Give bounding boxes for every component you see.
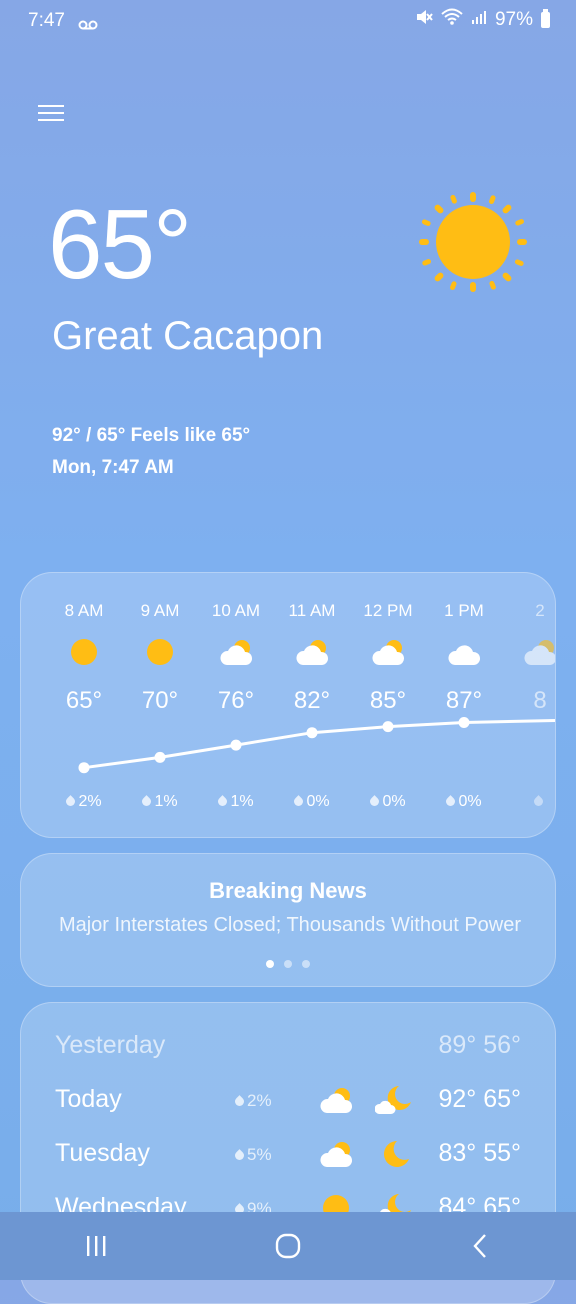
- news-description[interactable]: Major Interstates Closed; Thousands With…: [53, 914, 527, 937]
- hour-temp: 76°: [217, 687, 255, 714]
- day-name: Tuesday: [55, 1139, 150, 1167]
- precip-value: 0%: [382, 793, 406, 810]
- status-time: 7:47: [28, 10, 65, 31]
- trend-point: [306, 727, 318, 739]
- news-headline: Breaking News: [209, 878, 367, 903]
- moon-icon: [375, 1139, 413, 1169]
- hour-temp: 65°: [65, 687, 103, 714]
- day-temps: 83° 55°: [438, 1139, 521, 1167]
- day-name: Yesterday: [55, 1031, 166, 1059]
- status-right: 97%: [415, 8, 550, 32]
- day-precip: 2%: [233, 1091, 272, 1111]
- partly-cloudy-night-icon: [374, 1085, 413, 1115]
- hour-precip: 0%: [350, 793, 426, 811]
- partly-cloudy-icon: [293, 637, 331, 667]
- pager-dot[interactable]: [266, 960, 274, 968]
- partly-cloudy-icon: [369, 637, 407, 667]
- trend-point: [382, 721, 394, 733]
- raindrop-icon: [64, 795, 78, 808]
- back-button[interactable]: [450, 1226, 510, 1266]
- menu-icon[interactable]: [38, 100, 64, 124]
- hour-time: 1 PM: [444, 601, 484, 620]
- partly-cloudy-icon: [317, 1139, 355, 1169]
- battery-text: 97%: [494, 9, 533, 30]
- hour-temp: 82°: [293, 687, 331, 714]
- hour-time: 8 AM: [64, 601, 104, 620]
- system-navigation-bar: [0, 1212, 576, 1280]
- home-button[interactable]: [258, 1226, 318, 1266]
- hour-time: 10 AM: [211, 601, 261, 620]
- voicemail-icon: [78, 14, 98, 36]
- precip-value: 1%: [154, 793, 178, 810]
- status-bar: 7:47 97%: [0, 0, 576, 40]
- precip-value: 5%: [247, 1145, 272, 1164]
- battery-icon: [541, 9, 550, 28]
- hour-precip: 1%: [122, 793, 198, 811]
- current-temperature: 65°: [48, 189, 192, 299]
- hour-precip: 0%: [426, 793, 502, 811]
- raindrop-icon: [216, 795, 230, 808]
- recent-apps-button[interactable]: [66, 1226, 126, 1266]
- raindrop-icon: [140, 795, 154, 808]
- hour-time: 9 AM: [140, 601, 180, 620]
- breaking-news-card[interactable]: Breaking News Major Interstates Closed; …: [20, 853, 556, 987]
- mute-icon: [415, 8, 433, 32]
- pager-dot[interactable]: [284, 960, 292, 968]
- home-icon: [275, 1233, 301, 1259]
- hilo-feels-like: 92° / 65° Feels like 65°: [52, 425, 251, 446]
- pager-dot[interactable]: [302, 960, 310, 968]
- back-icon: [473, 1234, 486, 1258]
- location-name: Great Cacapon: [52, 314, 324, 358]
- trend-point: [78, 762, 90, 774]
- hour-time: 12 PM: [363, 601, 413, 620]
- hour-precip: 2%: [46, 793, 122, 811]
- raindrop-icon: [233, 1095, 246, 1108]
- trend-point: [230, 739, 242, 751]
- raindrop-icon: [532, 795, 545, 808]
- hourly-forecast-card[interactable]: 8 AM 65° 2% 9 AM 70° 1% 10 AM 76° 1% 11 AM 82° 0% 12…: [20, 572, 556, 838]
- signal-icon: [471, 9, 487, 31]
- precip-value: 1%: [230, 793, 254, 810]
- sun-icon: [65, 637, 103, 667]
- day-temps: 92° 65°: [438, 1085, 521, 1113]
- day-precip: 5%: [233, 1145, 272, 1165]
- daily-row[interactable]: Tuesday 5% 83° 55°: [55, 1139, 521, 1179]
- precip-value: 2%: [247, 1091, 272, 1110]
- hour-time: 11 AM: [288, 601, 336, 620]
- recent-apps-icon: [87, 1236, 106, 1256]
- hour-temp: 85°: [369, 687, 407, 714]
- partly-cloudy-icon: [521, 637, 555, 667]
- trend-point: [458, 717, 470, 728]
- trend-point: [154, 751, 166, 763]
- hour-precip: [502, 793, 555, 811]
- sun-icon: [418, 190, 528, 300]
- hour-temp: 70°: [141, 687, 179, 714]
- current-datetime: Mon, 7:47 AM: [52, 457, 174, 478]
- daily-row[interactable]: Today 2% 92° 65°: [55, 1085, 521, 1125]
- cloudy-icon: [445, 637, 483, 667]
- partly-cloudy-icon: [317, 1085, 355, 1115]
- raindrop-icon: [292, 795, 306, 808]
- hour-temp: 8: [533, 687, 547, 714]
- raindrop-icon: [444, 795, 458, 808]
- precip-value: 0%: [458, 793, 482, 810]
- hour-temp: 87°: [445, 687, 483, 714]
- partly-cloudy-icon: [217, 637, 255, 667]
- wifi-icon: [441, 8, 463, 32]
- raindrop-icon: [233, 1149, 246, 1162]
- precip-value: 2%: [78, 793, 102, 810]
- precip-value: 0%: [306, 793, 330, 810]
- news-pager-dots: [21, 960, 555, 968]
- hour-precip: 1%: [198, 793, 274, 811]
- hour-precip: 0%: [274, 793, 350, 811]
- hour-time: 2: [535, 601, 545, 620]
- day-name: Today: [55, 1085, 122, 1113]
- daily-row[interactable]: Yesterday 89° 56°: [55, 1031, 521, 1071]
- sun-icon: [141, 637, 179, 667]
- raindrop-icon: [368, 795, 382, 808]
- day-temps: 89° 56°: [438, 1031, 521, 1059]
